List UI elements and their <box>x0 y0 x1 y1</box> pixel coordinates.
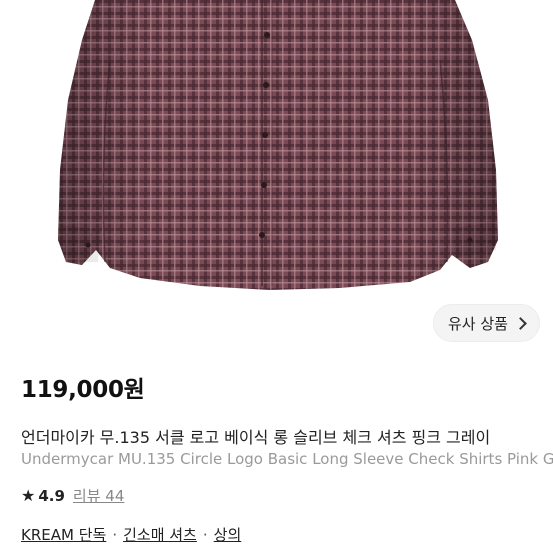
tag-tops[interactable]: 상의 <box>214 524 242 545</box>
product-image[interactable]: 유사 상품 <box>0 0 553 352</box>
rating-score: 4.9 <box>38 486 65 505</box>
rating-row: ★ 4.9 리뷰 44 <box>21 485 124 506</box>
star-icon: ★ <box>21 486 36 505</box>
product-title-korean: 언더마이카 무.135 서클 로고 베이식 롱 슬리브 체크 셔츠 핑크 그레이 <box>21 428 491 447</box>
similar-products-button[interactable]: 유사 상품 <box>433 304 540 342</box>
category-tags: KREAM 단독 · 긴소매 셔츠 · 상의 <box>21 524 241 545</box>
product-price: 119,000원 <box>21 377 145 403</box>
product-title-english: Undermycar MU.135 Circle Logo Basic Long… <box>21 450 553 468</box>
tag-kream-exclusive[interactable]: KREAM 단독 <box>21 524 106 545</box>
tag-separator: · <box>202 525 208 544</box>
review-link[interactable]: 리뷰 44 <box>73 485 124 506</box>
tag-long-sleeve-shirts[interactable]: 긴소매 셔츠 <box>123 524 197 545</box>
shirt-illustration <box>58 0 498 290</box>
similar-products-label: 유사 상품 <box>448 314 508 333</box>
chevron-right-icon <box>514 316 527 330</box>
tag-separator: · <box>112 525 118 544</box>
product-detail-page: 유사 상품 119,000원 언더마이카 무.135 서클 로고 베이식 롱 슬… <box>0 0 553 553</box>
